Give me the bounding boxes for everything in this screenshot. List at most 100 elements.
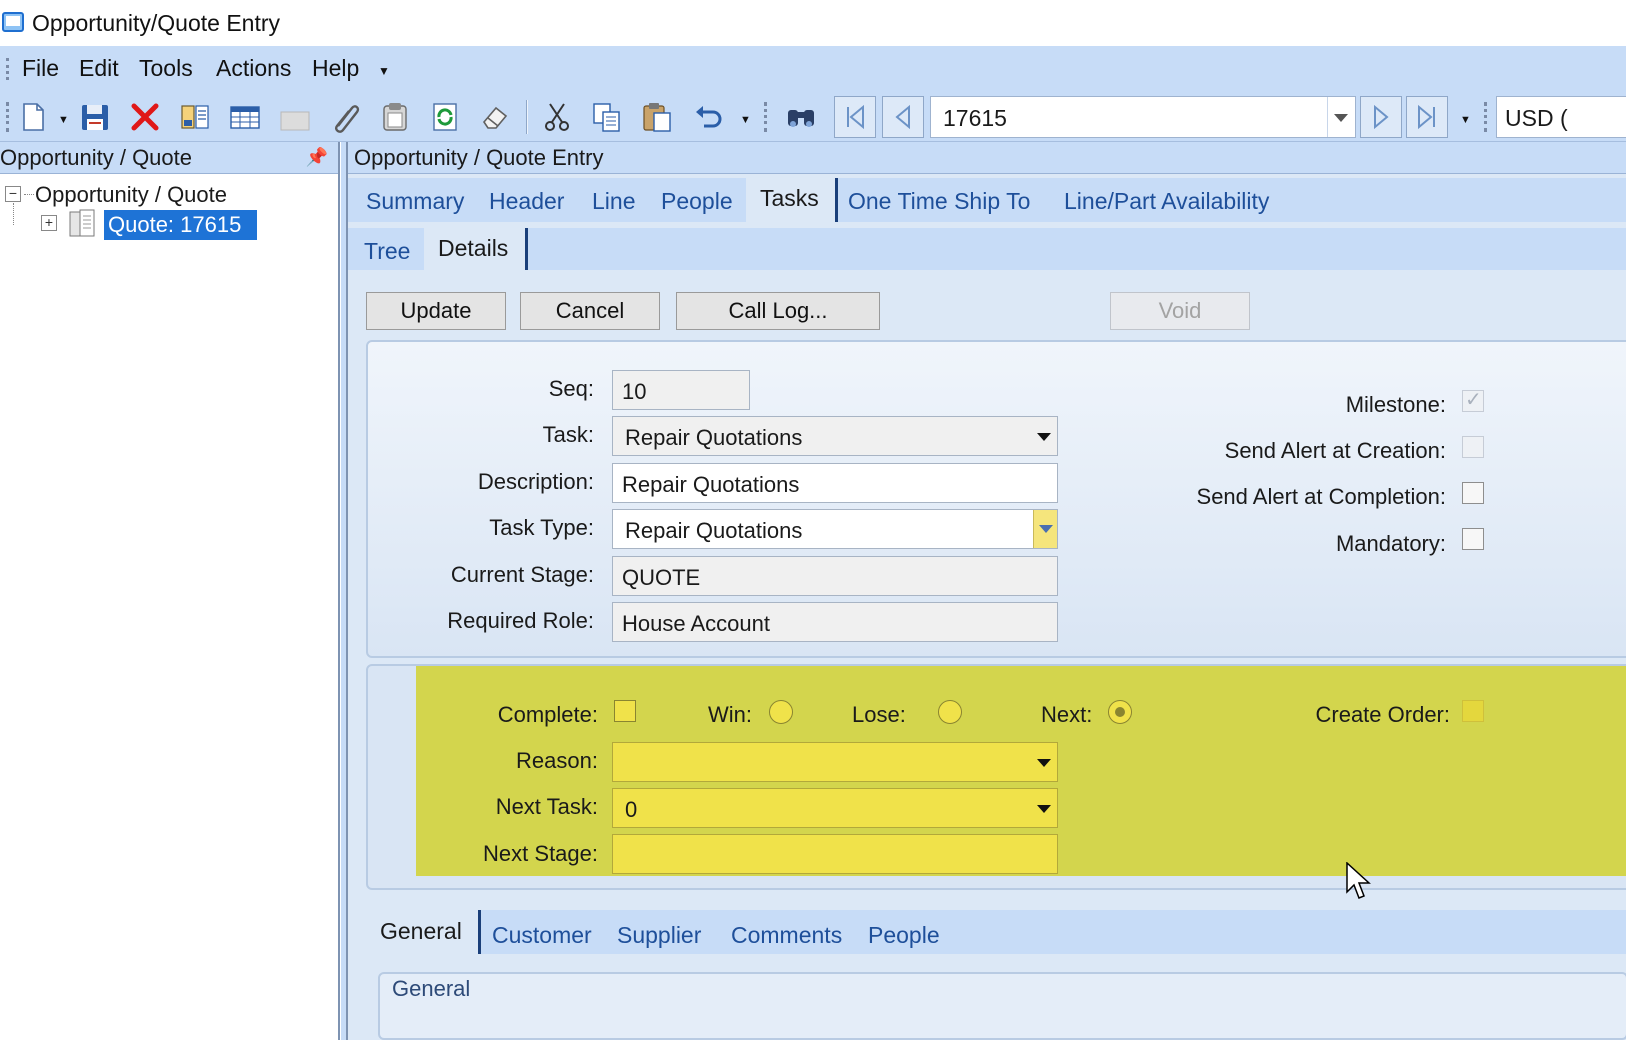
create-order-checkbox[interactable] xyxy=(1462,700,1484,722)
window-title: Opportunity/Quote Entry xyxy=(32,10,281,36)
tab-header[interactable]: Header xyxy=(489,178,564,222)
tab-people-bottom[interactable]: People xyxy=(868,910,940,954)
attach-icon[interactable] xyxy=(328,100,362,134)
eraser-icon[interactable] xyxy=(478,100,512,134)
copy-icon[interactable] xyxy=(590,100,624,134)
lose-radio[interactable] xyxy=(938,700,962,724)
tab-people[interactable]: People xyxy=(661,178,733,222)
book-icon[interactable] xyxy=(178,100,212,134)
chevron-down-icon[interactable] xyxy=(1037,759,1051,767)
status-highlight-panel: Complete: Win: Lose: Next: Create Order:… xyxy=(416,666,1626,876)
toolbar-overflow-icon[interactable]: ▼ xyxy=(740,114,751,126)
tab-comments[interactable]: Comments xyxy=(731,910,842,954)
refresh-icon[interactable] xyxy=(428,100,462,134)
current-stage-field[interactable]: QUOTE xyxy=(612,556,1058,596)
toolbar-grip-2 xyxy=(764,102,767,132)
next-task-combo[interactable]: 0 xyxy=(612,788,1058,828)
record-combo-dropdown[interactable] xyxy=(1327,97,1355,137)
seq-label: Seq: xyxy=(548,376,594,401)
expand-icon[interactable]: + xyxy=(41,215,57,231)
next-label: Next: xyxy=(1041,702,1093,727)
task-combo[interactable]: Repair Quotations xyxy=(612,416,1058,456)
new-icon[interactable] xyxy=(16,100,50,134)
general-group-title: General xyxy=(392,976,471,1001)
win-label: Win: xyxy=(708,702,752,727)
save-icon[interactable] xyxy=(78,100,112,134)
lose-label: Lose: xyxy=(852,702,906,727)
previous-record-button[interactable] xyxy=(882,96,924,138)
next-stage-label: Next Stage: xyxy=(483,841,598,866)
tab-one-time-ship-to[interactable]: One Time Ship To xyxy=(848,178,1030,222)
task-type-dropdown[interactable] xyxy=(1033,510,1057,548)
send-alert-creation-label: Send Alert at Creation: xyxy=(1224,438,1446,463)
delete-icon[interactable] xyxy=(128,100,162,134)
mandatory-checkbox[interactable] xyxy=(1462,528,1484,550)
seq-value: 10 xyxy=(622,379,647,404)
paste-icon[interactable] xyxy=(640,100,674,134)
tab-tree[interactable]: Tree xyxy=(364,228,410,272)
tree-child-label[interactable]: Quote: 17615 xyxy=(108,212,241,238)
next-record-button[interactable] xyxy=(1360,96,1402,138)
milestone-checkbox[interactable]: ✓ xyxy=(1462,389,1484,412)
send-alert-creation-checkbox[interactable] xyxy=(1462,436,1484,458)
clipboard-icon[interactable] xyxy=(378,100,412,134)
find-icon[interactable] xyxy=(784,100,818,134)
required-role-field[interactable]: House Account xyxy=(612,602,1058,642)
win-radio[interactable] xyxy=(769,700,793,724)
blank-icon[interactable] xyxy=(278,100,312,134)
menu-overflow-icon[interactable]: ▼ xyxy=(378,64,390,78)
tab-general[interactable]: General xyxy=(366,910,481,954)
pin-icon[interactable]: 📌 xyxy=(306,147,328,168)
menu-edit[interactable]: Edit xyxy=(79,55,119,82)
complete-checkbox[interactable] xyxy=(614,700,636,722)
main-tab-row: Summary Header Line People Tasks One Tim… xyxy=(348,178,1626,222)
last-record-button[interactable] xyxy=(1406,96,1448,138)
mouse-cursor-icon xyxy=(1346,862,1371,899)
send-alert-completion-label: Send Alert at Completion: xyxy=(1196,484,1446,509)
menu-tools[interactable]: Tools xyxy=(139,55,193,82)
seq-field[interactable]: 10 xyxy=(612,370,750,410)
chevron-down-icon xyxy=(1334,114,1348,122)
send-alert-completion-checkbox[interactable] xyxy=(1462,482,1484,504)
undo-icon[interactable] xyxy=(692,100,726,134)
tab-customer[interactable]: Customer xyxy=(492,910,592,954)
last-record-icon xyxy=(1418,104,1435,130)
void-button[interactable]: Void xyxy=(1110,292,1250,330)
cut-icon[interactable] xyxy=(540,100,574,134)
description-field[interactable]: Repair Quotations xyxy=(612,463,1058,503)
reason-combo[interactable] xyxy=(612,742,1058,782)
chevron-down-icon[interactable] xyxy=(1037,805,1051,813)
content-title: Opportunity / Quote Entry xyxy=(354,145,604,170)
grid-icon[interactable] xyxy=(228,100,262,134)
tab-line[interactable]: Line xyxy=(592,178,635,222)
tab-details[interactable]: Details xyxy=(424,228,528,270)
currency-combo[interactable]: USD ( xyxy=(1496,96,1626,138)
menu-bar: File Edit Tools Actions Help ▼ xyxy=(0,46,1626,92)
next-radio[interactable] xyxy=(1108,700,1132,724)
first-record-button[interactable] xyxy=(834,96,876,138)
first-record-icon xyxy=(847,104,864,130)
new-dropdown-icon[interactable]: ▼ xyxy=(58,114,69,126)
task-value: Repair Quotations xyxy=(625,425,803,450)
chevron-down-icon[interactable] xyxy=(1037,433,1051,441)
nav-overflow-icon[interactable]: ▼ xyxy=(1460,114,1471,126)
description-value: Repair Quotations xyxy=(622,472,800,497)
update-button[interactable]: Update xyxy=(366,292,506,330)
tab-line-part-availability[interactable]: Line/Part Availability xyxy=(1064,178,1269,222)
next-stage-field[interactable] xyxy=(612,834,1058,874)
tree-root-label[interactable]: Opportunity / Quote xyxy=(35,182,227,208)
call-log-button[interactable]: Call Log... xyxy=(676,292,880,330)
panel-splitter[interactable] xyxy=(340,142,348,1040)
cancel-button[interactable]: Cancel xyxy=(520,292,660,330)
tab-supplier[interactable]: Supplier xyxy=(617,910,701,954)
menu-actions[interactable]: Actions xyxy=(216,55,291,82)
collapse-icon[interactable]: − xyxy=(5,186,21,202)
task-label: Task: xyxy=(542,422,594,447)
tab-summary[interactable]: Summary xyxy=(366,178,464,222)
task-type-combo[interactable]: Repair Quotations xyxy=(612,509,1058,549)
menu-help[interactable]: Help xyxy=(312,55,359,82)
tab-tasks[interactable]: Tasks xyxy=(746,178,838,222)
tree-connector-vertical xyxy=(13,203,14,225)
record-combo[interactable]: 17615 xyxy=(930,96,1356,138)
menu-file[interactable]: File xyxy=(22,55,59,82)
